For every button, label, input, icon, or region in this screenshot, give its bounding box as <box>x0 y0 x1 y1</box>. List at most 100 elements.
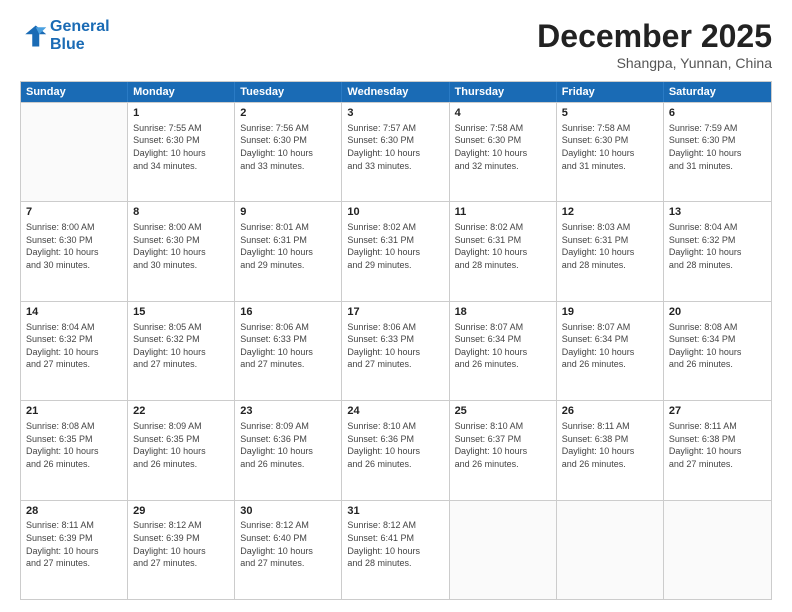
day-number: 20 <box>669 305 766 320</box>
calendar-cell: 20Sunrise: 8:08 AM Sunset: 6:34 PM Dayli… <box>664 302 771 400</box>
month-title: December 2025 <box>537 18 772 55</box>
day-number: 15 <box>133 305 229 320</box>
day-info: Sunrise: 7:59 AM Sunset: 6:30 PM Dayligh… <box>669 122 766 172</box>
calendar-cell: 29Sunrise: 8:12 AM Sunset: 6:39 PM Dayli… <box>128 501 235 599</box>
day-info: Sunrise: 8:07 AM Sunset: 6:34 PM Dayligh… <box>455 321 551 371</box>
day-number: 24 <box>347 404 443 419</box>
calendar-header: SundayMondayTuesdayWednesdayThursdayFrid… <box>21 82 771 102</box>
day-info: Sunrise: 8:02 AM Sunset: 6:31 PM Dayligh… <box>455 221 551 271</box>
weekday-header: Friday <box>557 82 664 102</box>
day-info: Sunrise: 7:58 AM Sunset: 6:30 PM Dayligh… <box>455 122 551 172</box>
day-info: Sunrise: 8:07 AM Sunset: 6:34 PM Dayligh… <box>562 321 658 371</box>
calendar-cell <box>21 103 128 201</box>
weekday-header: Thursday <box>450 82 557 102</box>
calendar-cell: 21Sunrise: 8:08 AM Sunset: 6:35 PM Dayli… <box>21 401 128 499</box>
calendar-cell: 11Sunrise: 8:02 AM Sunset: 6:31 PM Dayli… <box>450 202 557 300</box>
logo-text: General Blue <box>50 18 110 53</box>
day-number: 21 <box>26 404 122 419</box>
day-number: 2 <box>240 106 336 121</box>
calendar-cell: 26Sunrise: 8:11 AM Sunset: 6:38 PM Dayli… <box>557 401 664 499</box>
calendar-cell <box>450 501 557 599</box>
day-number: 4 <box>455 106 551 121</box>
calendar-cell: 9Sunrise: 8:01 AM Sunset: 6:31 PM Daylig… <box>235 202 342 300</box>
day-info: Sunrise: 8:04 AM Sunset: 6:32 PM Dayligh… <box>26 321 122 371</box>
day-number: 1 <box>133 106 229 121</box>
calendar-body: 1Sunrise: 7:55 AM Sunset: 6:30 PM Daylig… <box>21 102 771 599</box>
day-info: Sunrise: 7:55 AM Sunset: 6:30 PM Dayligh… <box>133 122 229 172</box>
day-info: Sunrise: 8:10 AM Sunset: 6:36 PM Dayligh… <box>347 420 443 470</box>
weekday-header: Tuesday <box>235 82 342 102</box>
day-number: 5 <box>562 106 658 121</box>
title-block: December 2025 Shangpa, Yunnan, China <box>537 18 772 71</box>
calendar-row: 28Sunrise: 8:11 AM Sunset: 6:39 PM Dayli… <box>21 500 771 599</box>
day-info: Sunrise: 8:08 AM Sunset: 6:35 PM Dayligh… <box>26 420 122 470</box>
day-info: Sunrise: 8:09 AM Sunset: 6:35 PM Dayligh… <box>133 420 229 470</box>
day-number: 30 <box>240 504 336 519</box>
page-header: General Blue December 2025 Shangpa, Yunn… <box>20 18 772 71</box>
calendar-cell: 31Sunrise: 8:12 AM Sunset: 6:41 PM Dayli… <box>342 501 449 599</box>
calendar-cell: 25Sunrise: 8:10 AM Sunset: 6:37 PM Dayli… <box>450 401 557 499</box>
day-info: Sunrise: 7:56 AM Sunset: 6:30 PM Dayligh… <box>240 122 336 172</box>
calendar-cell: 13Sunrise: 8:04 AM Sunset: 6:32 PM Dayli… <box>664 202 771 300</box>
weekday-header: Saturday <box>664 82 771 102</box>
calendar-cell: 10Sunrise: 8:02 AM Sunset: 6:31 PM Dayli… <box>342 202 449 300</box>
day-info: Sunrise: 8:11 AM Sunset: 6:38 PM Dayligh… <box>669 420 766 470</box>
calendar-cell: 23Sunrise: 8:09 AM Sunset: 6:36 PM Dayli… <box>235 401 342 499</box>
day-number: 14 <box>26 305 122 320</box>
day-number: 8 <box>133 205 229 220</box>
calendar-cell <box>557 501 664 599</box>
day-info: Sunrise: 8:03 AM Sunset: 6:31 PM Dayligh… <box>562 221 658 271</box>
day-number: 9 <box>240 205 336 220</box>
calendar-row: 21Sunrise: 8:08 AM Sunset: 6:35 PM Dayli… <box>21 400 771 499</box>
day-number: 7 <box>26 205 122 220</box>
day-number: 26 <box>562 404 658 419</box>
calendar-cell: 24Sunrise: 8:10 AM Sunset: 6:36 PM Dayli… <box>342 401 449 499</box>
calendar-row: 1Sunrise: 7:55 AM Sunset: 6:30 PM Daylig… <box>21 102 771 201</box>
calendar-cell: 19Sunrise: 8:07 AM Sunset: 6:34 PM Dayli… <box>557 302 664 400</box>
day-number: 23 <box>240 404 336 419</box>
day-number: 17 <box>347 305 443 320</box>
day-info: Sunrise: 8:12 AM Sunset: 6:40 PM Dayligh… <box>240 519 336 569</box>
day-number: 12 <box>562 205 658 220</box>
day-info: Sunrise: 8:12 AM Sunset: 6:41 PM Dayligh… <box>347 519 443 569</box>
calendar-cell: 2Sunrise: 7:56 AM Sunset: 6:30 PM Daylig… <box>235 103 342 201</box>
day-info: Sunrise: 8:11 AM Sunset: 6:38 PM Dayligh… <box>562 420 658 470</box>
day-info: Sunrise: 8:06 AM Sunset: 6:33 PM Dayligh… <box>240 321 336 371</box>
day-info: Sunrise: 8:08 AM Sunset: 6:34 PM Dayligh… <box>669 321 766 371</box>
calendar-cell: 5Sunrise: 7:58 AM Sunset: 6:30 PM Daylig… <box>557 103 664 201</box>
day-number: 22 <box>133 404 229 419</box>
day-info: Sunrise: 8:00 AM Sunset: 6:30 PM Dayligh… <box>133 221 229 271</box>
day-number: 16 <box>240 305 336 320</box>
logo-icon <box>20 22 48 50</box>
calendar-cell: 30Sunrise: 8:12 AM Sunset: 6:40 PM Dayli… <box>235 501 342 599</box>
day-info: Sunrise: 8:09 AM Sunset: 6:36 PM Dayligh… <box>240 420 336 470</box>
day-info: Sunrise: 8:06 AM Sunset: 6:33 PM Dayligh… <box>347 321 443 371</box>
calendar-cell: 7Sunrise: 8:00 AM Sunset: 6:30 PM Daylig… <box>21 202 128 300</box>
calendar-cell: 14Sunrise: 8:04 AM Sunset: 6:32 PM Dayli… <box>21 302 128 400</box>
day-info: Sunrise: 8:11 AM Sunset: 6:39 PM Dayligh… <box>26 519 122 569</box>
day-number: 31 <box>347 504 443 519</box>
day-number: 10 <box>347 205 443 220</box>
weekday-header: Wednesday <box>342 82 449 102</box>
day-number: 19 <box>562 305 658 320</box>
day-number: 28 <box>26 504 122 519</box>
day-info: Sunrise: 8:04 AM Sunset: 6:32 PM Dayligh… <box>669 221 766 271</box>
calendar-cell: 17Sunrise: 8:06 AM Sunset: 6:33 PM Dayli… <box>342 302 449 400</box>
calendar-cell: 12Sunrise: 8:03 AM Sunset: 6:31 PM Dayli… <box>557 202 664 300</box>
day-number: 27 <box>669 404 766 419</box>
day-number: 29 <box>133 504 229 519</box>
weekday-header: Monday <box>128 82 235 102</box>
calendar-cell: 15Sunrise: 8:05 AM Sunset: 6:32 PM Dayli… <box>128 302 235 400</box>
calendar-row: 14Sunrise: 8:04 AM Sunset: 6:32 PM Dayli… <box>21 301 771 400</box>
calendar-cell: 6Sunrise: 7:59 AM Sunset: 6:30 PM Daylig… <box>664 103 771 201</box>
day-info: Sunrise: 8:00 AM Sunset: 6:30 PM Dayligh… <box>26 221 122 271</box>
day-info: Sunrise: 7:57 AM Sunset: 6:30 PM Dayligh… <box>347 122 443 172</box>
calendar-cell: 8Sunrise: 8:00 AM Sunset: 6:30 PM Daylig… <box>128 202 235 300</box>
calendar-cell: 3Sunrise: 7:57 AM Sunset: 6:30 PM Daylig… <box>342 103 449 201</box>
day-number: 13 <box>669 205 766 220</box>
calendar-cell: 28Sunrise: 8:11 AM Sunset: 6:39 PM Dayli… <box>21 501 128 599</box>
calendar-cell <box>664 501 771 599</box>
calendar: SundayMondayTuesdayWednesdayThursdayFrid… <box>20 81 772 600</box>
day-info: Sunrise: 8:10 AM Sunset: 6:37 PM Dayligh… <box>455 420 551 470</box>
calendar-cell: 1Sunrise: 7:55 AM Sunset: 6:30 PM Daylig… <box>128 103 235 201</box>
